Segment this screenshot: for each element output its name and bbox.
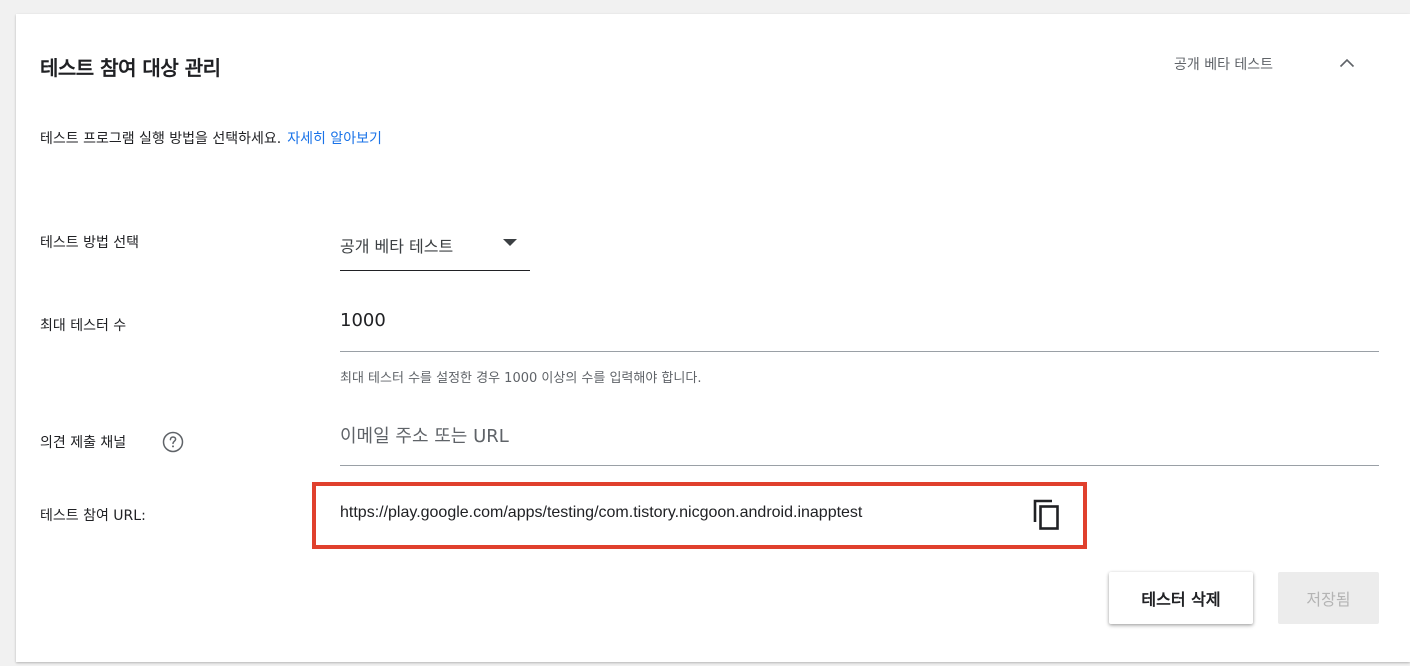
help-circle-icon[interactable] [162,431,184,453]
test-method-value: 공개 베타 테스트 [340,237,454,256]
feedback-channel-field [340,426,1379,466]
max-testers-label: 최대 테스터 수 [40,318,127,334]
tester-management-card: 테스트 참여 대상 관리 공개 베타 테스트 테스트 프로그램 실행 방법을 선… [16,14,1410,662]
feedback-channel-input[interactable] [340,426,1379,447]
test-method-label: 테스트 방법 선택 [40,235,140,251]
feedback-channel-label: 의견 제출 채널 [40,435,127,451]
dropdown-arrow-icon [503,239,517,246]
card-title: 테스트 참여 대상 관리 [40,56,221,80]
max-testers-helper: 최대 테스터 수를 설정한 경우 1000 이상의 수를 입력해야 합니다. [340,371,702,386]
delete-testers-button[interactable]: 테스터 삭제 [1109,572,1253,624]
chevron-up-icon [1339,58,1355,68]
track-status: 공개 베타 테스트 [1174,57,1274,73]
opt-in-url-label: 테스트 참여 URL: [40,508,146,524]
collapse-button[interactable] [1332,50,1362,76]
max-testers-input[interactable] [340,310,1379,331]
intro-description: 테스트 프로그램 실행 방법을 선택하세요. [40,131,282,147]
opt-in-url[interactable]: https://play.google.com/apps/testing/com… [340,504,862,522]
copy-icon[interactable] [1032,498,1062,532]
intro-text: 테스트 프로그램 실행 방법을 선택하세요. 자세히 알아보기 [40,128,382,148]
learn-more-link[interactable]: 자세히 알아보기 [287,131,382,147]
test-method-dropdown[interactable]: 공개 베타 테스트 [340,230,530,271]
saved-button: 저장됨 [1278,572,1379,624]
max-testers-field [340,310,1379,352]
